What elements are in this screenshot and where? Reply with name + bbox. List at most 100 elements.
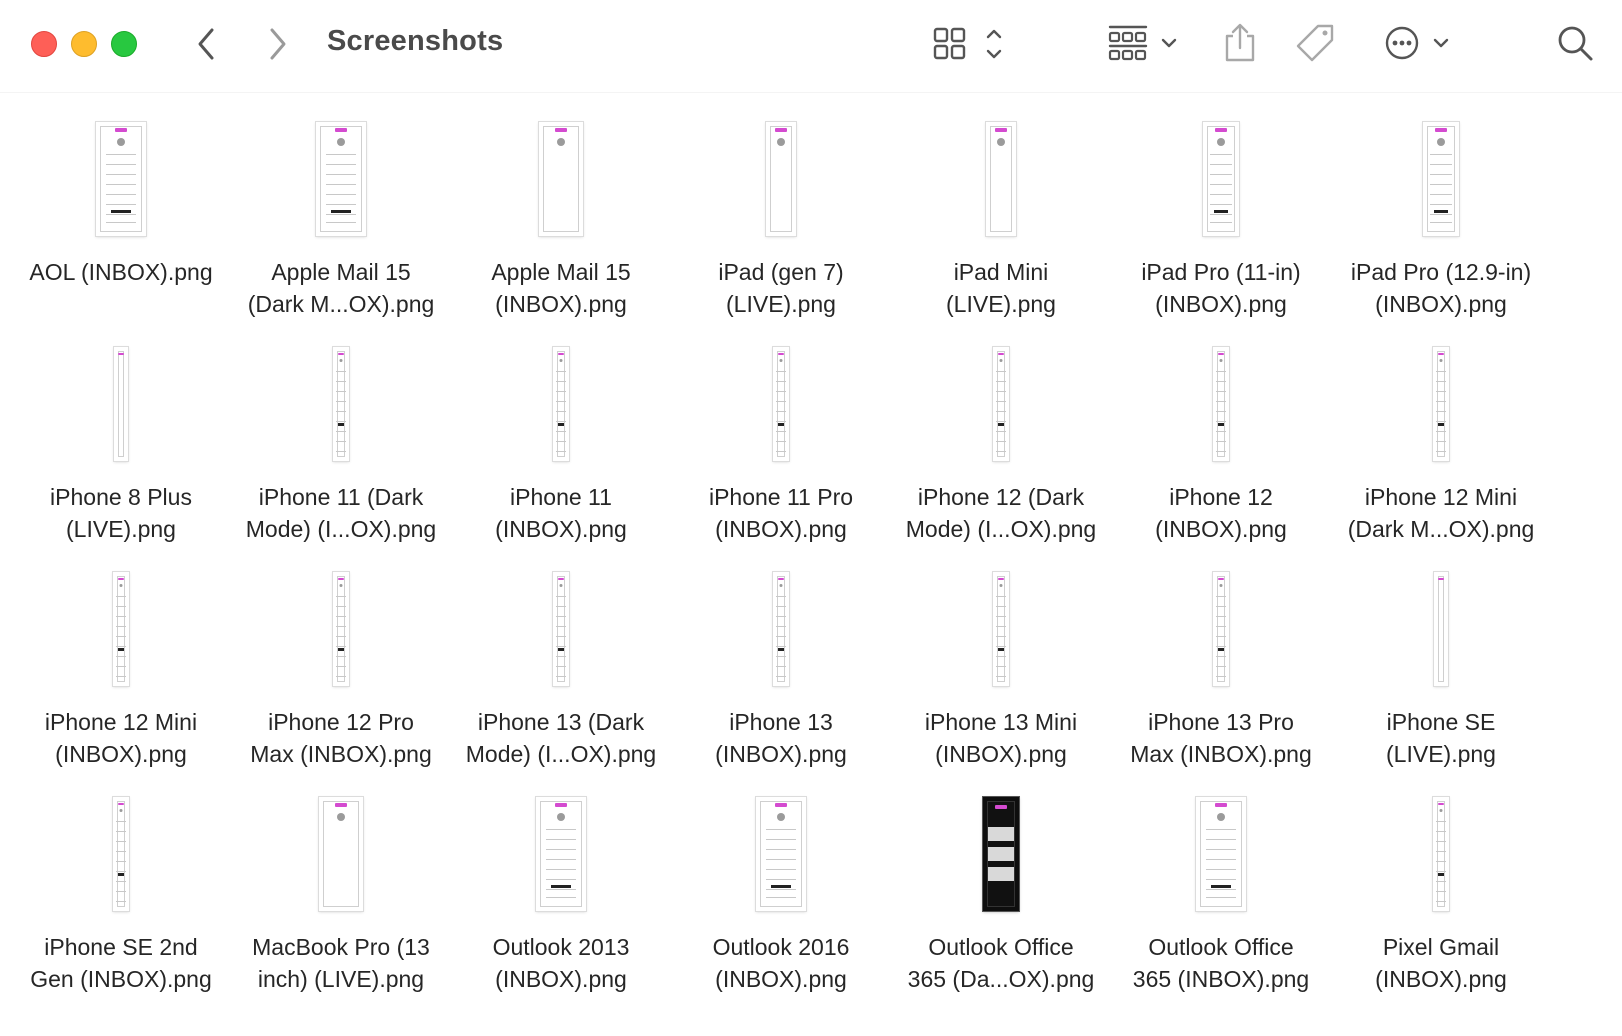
- file-thumbnail-area[interactable]: [451, 347, 671, 467]
- file-item[interactable]: Pixel Gmail (INBOX).png: [1331, 767, 1551, 992]
- file-thumbnail[interactable]: [993, 572, 1009, 686]
- file-name[interactable]: iPhone 8 Plus (LIVE).png: [11, 481, 231, 545]
- file-thumbnail[interactable]: [1434, 572, 1448, 686]
- file-thumbnail[interactable]: [983, 797, 1019, 911]
- back-button[interactable]: [192, 26, 222, 62]
- file-thumbnail[interactable]: [986, 122, 1016, 236]
- minimize-window-button[interactable]: [71, 31, 97, 57]
- file-name[interactable]: iPhone SE 2nd Gen (INBOX).png: [11, 931, 231, 995]
- file-thumbnail-area[interactable]: [1111, 797, 1331, 917]
- file-item[interactable]: Apple Mail 15 (INBOX).png: [451, 92, 671, 317]
- file-thumbnail-area[interactable]: [11, 572, 231, 692]
- search-button[interactable]: [1556, 24, 1596, 64]
- file-name[interactable]: Pixel Gmail (INBOX).png: [1331, 931, 1551, 995]
- zoom-window-button[interactable]: [111, 31, 137, 57]
- file-thumbnail[interactable]: [316, 122, 366, 236]
- file-thumbnail[interactable]: [773, 347, 789, 461]
- file-item[interactable]: iPhone 11 (Dark Mode) (I...OX).png: [231, 317, 451, 542]
- file-name[interactable]: Outlook Office 365 (Da...OX).png: [891, 931, 1111, 995]
- file-thumbnail-area[interactable]: [891, 347, 1111, 467]
- file-item[interactable]: Apple Mail 15 (Dark M...OX).png: [231, 92, 451, 317]
- file-name[interactable]: iPhone 11 (INBOX).png: [451, 481, 671, 545]
- file-thumbnail[interactable]: [1433, 347, 1449, 461]
- view-mode-button[interactable]: [933, 26, 1005, 62]
- file-thumbnail[interactable]: [993, 347, 1009, 461]
- file-thumbnail-area[interactable]: [671, 797, 891, 917]
- file-name[interactable]: iPhone 13 Mini (INBOX).png: [891, 706, 1111, 770]
- file-thumbnail-area[interactable]: [671, 347, 891, 467]
- file-name[interactable]: iPhone 12 (Dark Mode) (I...OX).png: [891, 481, 1111, 545]
- file-name[interactable]: Outlook 2016 (INBOX).png: [671, 931, 891, 995]
- file-thumbnail-area[interactable]: [11, 122, 231, 242]
- file-thumbnail[interactable]: [1423, 122, 1459, 236]
- file-thumbnail-area[interactable]: [231, 347, 451, 467]
- file-thumbnail[interactable]: [553, 347, 569, 461]
- file-thumbnail-area[interactable]: [231, 797, 451, 917]
- file-thumbnail-area[interactable]: [1111, 572, 1331, 692]
- file-item[interactable]: iPhone 13 Pro Max (INBOX).png: [1111, 542, 1331, 767]
- file-name[interactable]: iPhone 11 (Dark Mode) (I...OX).png: [231, 481, 451, 545]
- file-item[interactable]: Outlook Office 365 (Da...OX).png: [891, 767, 1111, 992]
- file-thumbnail-area[interactable]: [1331, 572, 1551, 692]
- file-thumbnail[interactable]: [1433, 797, 1449, 911]
- file-thumbnail-area[interactable]: [1111, 122, 1331, 242]
- file-item[interactable]: iPhone 11 Pro (INBOX).png: [671, 317, 891, 542]
- group-by-button[interactable]: [1108, 24, 1180, 62]
- file-name[interactable]: iPhone 11 Pro (INBOX).png: [671, 481, 891, 545]
- file-thumbnail[interactable]: [96, 122, 146, 236]
- file-name[interactable]: Apple Mail 15 (Dark M...OX).png: [231, 256, 451, 320]
- file-thumbnail[interactable]: [536, 797, 586, 911]
- file-item[interactable]: iPad Pro (12.9-in) (INBOX).png: [1331, 92, 1551, 317]
- file-name[interactable]: AOL (INBOX).png: [11, 256, 231, 288]
- file-name[interactable]: iPhone 12 Pro Max (INBOX).png: [231, 706, 451, 770]
- file-thumbnail[interactable]: [114, 347, 128, 461]
- file-item[interactable]: Outlook Office 365 (INBOX).png: [1111, 767, 1331, 992]
- file-item[interactable]: iPad Pro (11-in) (INBOX).png: [1111, 92, 1331, 317]
- file-item[interactable]: iPhone 12 Mini (INBOX).png: [11, 542, 231, 767]
- file-item[interactable]: iPhone 13 (INBOX).png: [671, 542, 891, 767]
- file-thumbnail-area[interactable]: [1331, 797, 1551, 917]
- file-thumbnail-area[interactable]: [231, 122, 451, 242]
- forward-button[interactable]: [262, 26, 292, 62]
- file-thumbnail[interactable]: [113, 797, 129, 911]
- file-thumbnail[interactable]: [1196, 797, 1246, 911]
- file-thumbnail-area[interactable]: [451, 572, 671, 692]
- file-thumbnail[interactable]: [1213, 572, 1229, 686]
- file-item[interactable]: iPhone 12 (INBOX).png: [1111, 317, 1331, 542]
- share-button[interactable]: [1222, 22, 1258, 64]
- file-item[interactable]: Outlook 2016 (INBOX).png: [671, 767, 891, 992]
- file-thumbnail-area[interactable]: [1331, 122, 1551, 242]
- file-name[interactable]: iPhone 12 Mini (INBOX).png: [11, 706, 231, 770]
- file-item[interactable]: AOL (INBOX).png: [11, 92, 231, 317]
- file-name[interactable]: iPhone 12 Mini (Dark M...OX).png: [1331, 481, 1551, 545]
- file-thumbnail-area[interactable]: [671, 122, 891, 242]
- file-thumbnail-area[interactable]: [451, 122, 671, 242]
- file-thumbnail[interactable]: [319, 797, 363, 911]
- file-name[interactable]: iPhone SE (LIVE).png: [1331, 706, 1551, 770]
- file-thumbnail[interactable]: [1203, 122, 1239, 236]
- file-item[interactable]: iPhone 13 (Dark Mode) (I...OX).png: [451, 542, 671, 767]
- file-name[interactable]: MacBook Pro (13 inch) (LIVE).png: [231, 931, 451, 995]
- file-thumbnail-area[interactable]: [1111, 347, 1331, 467]
- file-thumbnail-area[interactable]: [671, 572, 891, 692]
- file-thumbnail[interactable]: [333, 347, 349, 461]
- file-thumbnail-area[interactable]: [231, 572, 451, 692]
- file-item[interactable]: iPhone 13 Mini (INBOX).png: [891, 542, 1111, 767]
- file-thumbnail-area[interactable]: [891, 572, 1111, 692]
- file-item[interactable]: iPad Mini (LIVE).png: [891, 92, 1111, 317]
- file-thumbnail-area[interactable]: [11, 347, 231, 467]
- file-name[interactable]: iPhone 13 (INBOX).png: [671, 706, 891, 770]
- file-thumbnail[interactable]: [113, 572, 129, 686]
- file-thumbnail[interactable]: [756, 797, 806, 911]
- file-item[interactable]: MacBook Pro (13 inch) (LIVE).png: [231, 767, 451, 992]
- file-item[interactable]: iPhone 12 Pro Max (INBOX).png: [231, 542, 451, 767]
- file-item[interactable]: iPhone 11 (INBOX).png: [451, 317, 671, 542]
- file-name[interactable]: iPad Pro (12.9-in) (INBOX).png: [1331, 256, 1551, 320]
- file-thumbnail[interactable]: [539, 122, 583, 236]
- file-name[interactable]: Outlook 2013 (INBOX).png: [451, 931, 671, 995]
- file-thumbnail-area[interactable]: [451, 797, 671, 917]
- file-name[interactable]: iPhone 12 (INBOX).png: [1111, 481, 1331, 545]
- file-thumbnail[interactable]: [1213, 347, 1229, 461]
- file-thumbnail-area[interactable]: [11, 797, 231, 917]
- file-name[interactable]: iPhone 13 (Dark Mode) (I...OX).png: [451, 706, 671, 770]
